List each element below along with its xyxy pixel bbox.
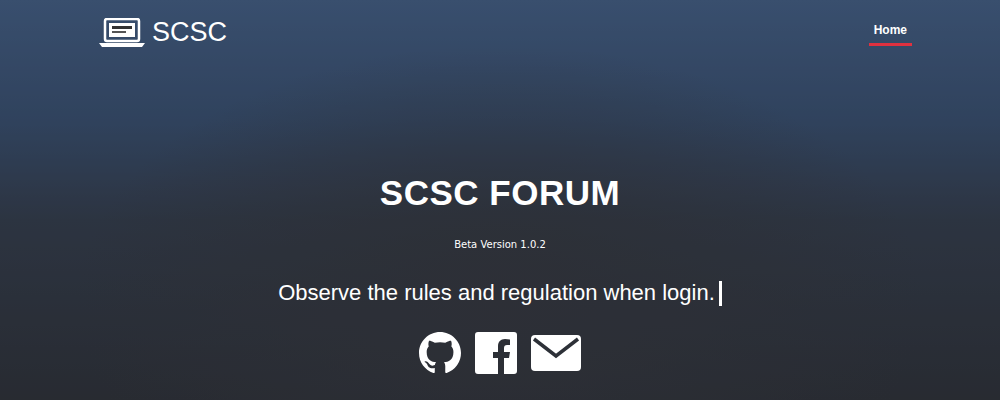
nav-menu: Home	[869, 19, 912, 46]
brand-link[interactable]: SCSC	[98, 17, 227, 48]
facebook-icon	[475, 332, 517, 374]
typing-cursor	[719, 281, 722, 306]
github-icon	[419, 332, 461, 374]
forum-page: SCSC Home SCSC FORUM Beta Version 1.0.2 Obse…	[0, 0, 1000, 400]
social-links	[419, 332, 581, 374]
tagline: Observe the rules and regulation when lo…	[278, 280, 722, 306]
hero-title: SCSC FORUM	[380, 173, 620, 213]
version-label: Beta Version 1.0.2	[454, 239, 546, 251]
tagline-text: Observe the rules and regulation when lo…	[278, 280, 715, 306]
hero-content: SCSC FORUM Beta Version 1.0.2 Observe the …	[0, 65, 1000, 374]
top-bar: SCSC Home	[0, 0, 1000, 65]
hero: SCSC Home SCSC FORUM Beta Version 1.0.2 Obse…	[0, 0, 1000, 400]
laptop-logo-icon	[98, 18, 146, 48]
nav-item[interactable]: Home	[869, 19, 912, 46]
brand-name: SCSC	[152, 17, 227, 48]
github-link[interactable]	[419, 332, 461, 374]
email-link[interactable]	[531, 333, 581, 373]
facebook-link[interactable]	[475, 332, 517, 374]
envelope-icon	[531, 333, 581, 373]
